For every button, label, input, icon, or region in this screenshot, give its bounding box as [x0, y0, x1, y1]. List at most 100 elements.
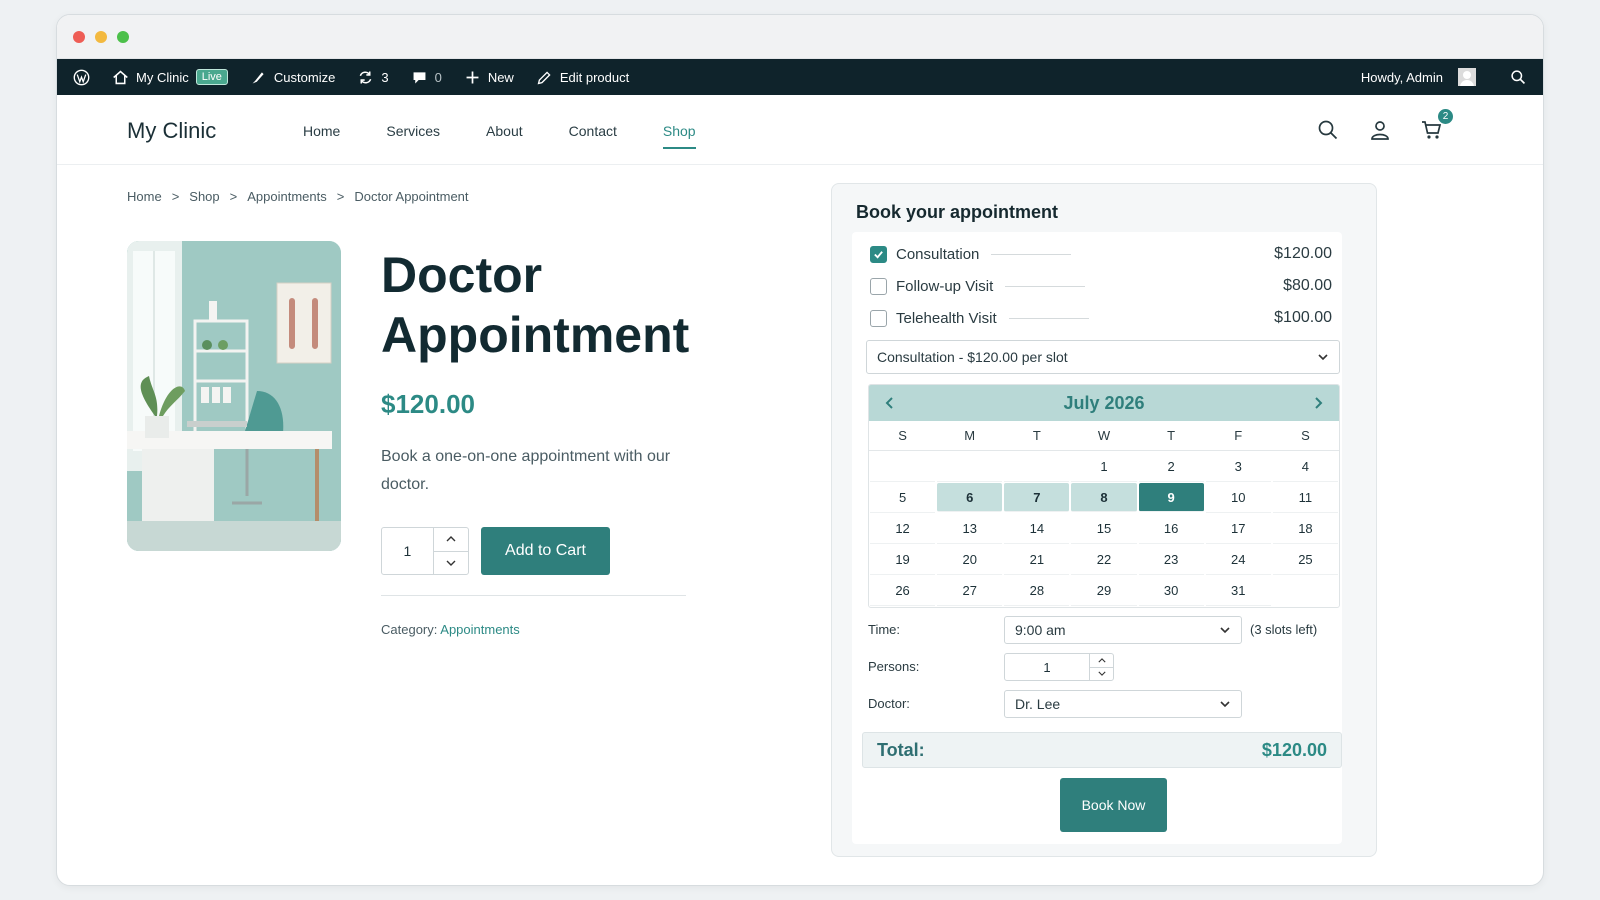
edit-product-label: Edit product [559, 69, 630, 85]
new-content-link[interactable]: New [464, 69, 514, 86]
calendar-day[interactable]: 3 [1205, 451, 1271, 482]
weekday-label: W [1097, 428, 1111, 443]
persons-label: Persons: [868, 659, 920, 674]
product-description: Book a one-on-one appointment with our d… [381, 448, 671, 493]
weekday-label: T [1167, 428, 1176, 443]
breadcrumb-home[interactable]: Home [127, 189, 162, 204]
time-label: Time: [868, 622, 901, 637]
calendar-day[interactable]: 6 [937, 483, 1003, 512]
edit-product-link[interactable]: Edit product [536, 69, 629, 86]
category-link[interactable]: Appointments [440, 622, 520, 637]
persons-stepper: 1 [1004, 653, 1114, 681]
customize-link[interactable]: Customize [250, 69, 335, 86]
admin-site-link[interactable]: My Clinic Live [112, 69, 228, 86]
service-option-telehealth[interactable]: Telehealth Visit $100.00 [870, 306, 1332, 330]
calendar-day[interactable]: 27 [937, 575, 1003, 606]
calendar-day[interactable]: 16 [1138, 513, 1204, 544]
book-now-button[interactable]: Book Now [1060, 778, 1167, 832]
persons-decrease-button[interactable] [1090, 668, 1113, 681]
header-cart-button[interactable]: 2 [1421, 109, 1453, 141]
maximize-window-button[interactable] [117, 30, 129, 43]
calendar-day[interactable]: 2 [1138, 451, 1204, 482]
quantity-stepper: 1 [381, 527, 469, 575]
nav-about[interactable]: About [486, 123, 523, 149]
calendar-day[interactable]: 31 [1205, 575, 1271, 606]
header-account-button[interactable] [1369, 119, 1391, 141]
chevron-left-icon[interactable] [881, 394, 899, 412]
nav-shop[interactable]: Shop [662, 123, 696, 149]
calendar-day[interactable]: 17 [1205, 513, 1271, 544]
close-window-button[interactable] [73, 30, 85, 43]
calendar-day[interactable]: 9 [1138, 483, 1204, 512]
service-label: Consultation [896, 245, 980, 263]
weekday-label: M [964, 428, 976, 443]
calendar-day[interactable]: 7 [1004, 483, 1070, 512]
breadcrumb-separator: > [171, 189, 180, 204]
user-icon [1371, 121, 1389, 140]
calendar-day[interactable]: 8 [1071, 483, 1137, 512]
calendar-day[interactable]: 22 [1071, 544, 1137, 575]
calendar-day[interactable]: 30 [1138, 575, 1204, 606]
minimize-window-button[interactable] [95, 30, 107, 43]
calendar-day[interactable]: 29 [1071, 575, 1137, 606]
account-menu[interactable]: Howdy, Admin [1361, 68, 1476, 86]
persons-increase-button[interactable] [1090, 654, 1113, 668]
nav-contact[interactable]: Contact [569, 123, 617, 149]
calendar-day[interactable]: 13 [937, 513, 1003, 544]
add-to-cart-button[interactable]: Add to Cart [481, 527, 610, 575]
admin-search-button[interactable] [1510, 69, 1527, 86]
calendar-day[interactable]: 5 [870, 482, 936, 513]
calendar-day[interactable]: 21 [1004, 544, 1070, 575]
breadcrumb-appointments[interactable]: Appointments [247, 189, 327, 204]
calendar-day[interactable]: 1 [1071, 451, 1137, 482]
calendar-day[interactable]: 28 [1004, 575, 1070, 606]
persons-input[interactable]: 1 [1005, 654, 1089, 680]
updates-link[interactable]: 3 [357, 69, 389, 86]
time-select[interactable]: 9:00 am [1004, 616, 1242, 644]
service-leader-line [1008, 317, 1089, 319]
nav-home[interactable]: Home [303, 123, 340, 149]
service-option-consultation[interactable]: Consultation $120.00 [870, 242, 1332, 266]
main-nav: Home Services About Contact Shop [303, 123, 742, 149]
calendar-day[interactable]: 10 [1205, 482, 1271, 513]
calendar-day[interactable]: 23 [1138, 544, 1204, 575]
quantity-input[interactable]: 1 [382, 528, 433, 574]
nav-services[interactable]: Services [386, 123, 440, 149]
calendar-empty-cell [1004, 451, 1070, 482]
service-checkbox[interactable] [870, 245, 887, 263]
calendar-day[interactable]: 11 [1272, 482, 1338, 513]
calendar-empty-cell [870, 451, 936, 482]
breadcrumb-separator: > [336, 189, 345, 204]
checkmark-icon [874, 250, 883, 259]
header-search-button[interactable] [1317, 119, 1339, 141]
product-image[interactable] [127, 241, 341, 551]
wordpress-logo-button[interactable] [73, 69, 90, 86]
service-checkbox[interactable] [870, 309, 887, 327]
service-label: Follow-up Visit [896, 277, 994, 295]
calendar-day[interactable]: 26 [870, 575, 936, 606]
doctor-select[interactable]: Dr. Lee [1004, 690, 1242, 718]
service-label: Telehealth Visit [896, 309, 997, 327]
weekday-label: T [1032, 428, 1041, 443]
calendar-day[interactable]: 12 [870, 513, 936, 544]
site-logo[interactable]: My Clinic [127, 118, 216, 144]
calendar-day[interactable]: 19 [870, 544, 936, 575]
calendar-day[interactable]: 4 [1272, 451, 1338, 482]
total-label: Total: [877, 739, 925, 760]
calendar-day[interactable]: 14 [1004, 513, 1070, 544]
calendar-day[interactable]: 20 [937, 544, 1003, 575]
chevron-right-icon[interactable] [1309, 394, 1327, 412]
breadcrumb-shop[interactable]: Shop [189, 189, 219, 204]
comments-link[interactable]: 0 [411, 69, 442, 86]
calendar-day[interactable]: 25 [1272, 544, 1338, 575]
chevron-up-icon [446, 536, 456, 542]
calendar-day[interactable]: 18 [1272, 513, 1338, 544]
service-option-follow-up[interactable]: Follow-up Visit $80.00 [870, 274, 1332, 298]
quantity-increase-button[interactable] [433, 528, 468, 552]
service-select[interactable]: Consultation - $120.00 per slot [866, 340, 1340, 374]
quantity-decrease-button[interactable] [434, 552, 468, 575]
calendar-day[interactable]: 15 [1071, 513, 1137, 544]
calendar-day[interactable]: 24 [1205, 544, 1271, 575]
breadcrumb: Home > Shop > Appointments > Doctor Appo… [127, 189, 469, 204]
service-checkbox[interactable] [870, 277, 887, 295]
